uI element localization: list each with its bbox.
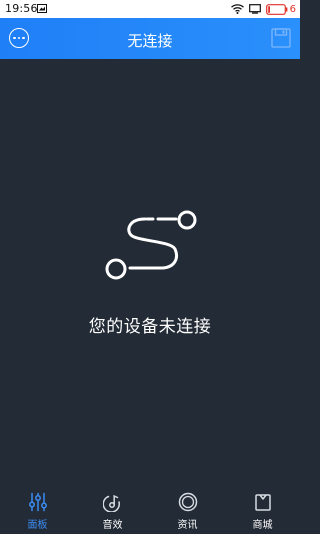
status-time: 19:56 — [5, 2, 38, 15]
tab-label: 面板 — [27, 520, 48, 531]
tab-news[interactable]: 资讯 — [150, 483, 225, 534]
shopping-bag-icon — [254, 494, 271, 511]
tab-label: 商城 — [252, 520, 273, 531]
page-title: 无连接 — [127, 32, 173, 50]
status-icons: 6 — [230, 2, 296, 16]
tab-panel[interactable]: 面板 — [0, 483, 75, 534]
empty-state-message: 您的设备未连接 — [88, 317, 212, 337]
main-content: 您的设备未连接 — [0, 59, 300, 483]
tab-label: 音效 — [102, 520, 123, 531]
status-bar: 19:56 6 — [0, 0, 300, 18]
notification-icon — [37, 4, 47, 13]
music-note-icon — [102, 494, 120, 512]
app-screen: 19:56 6 无连接 您的设备未连接 面板 音效 资讯 商城 — [0, 0, 300, 534]
bottom-nav: 面板 音效 资讯 商城 — [0, 483, 300, 534]
tab-label: 资讯 — [177, 520, 198, 531]
battery-level: 6 — [289, 3, 296, 15]
sliders-icon — [28, 492, 47, 512]
tab-sound-effects[interactable]: 音效 — [75, 483, 150, 534]
app-header: 无连接 — [0, 18, 300, 59]
circle-icon — [178, 492, 197, 512]
screen-cast-icon — [248, 4, 261, 14]
battery-icon — [265, 3, 288, 15]
wifi-icon — [230, 4, 244, 14]
save-icon[interactable] — [271, 28, 291, 48]
tab-store[interactable]: 商城 — [225, 483, 300, 534]
